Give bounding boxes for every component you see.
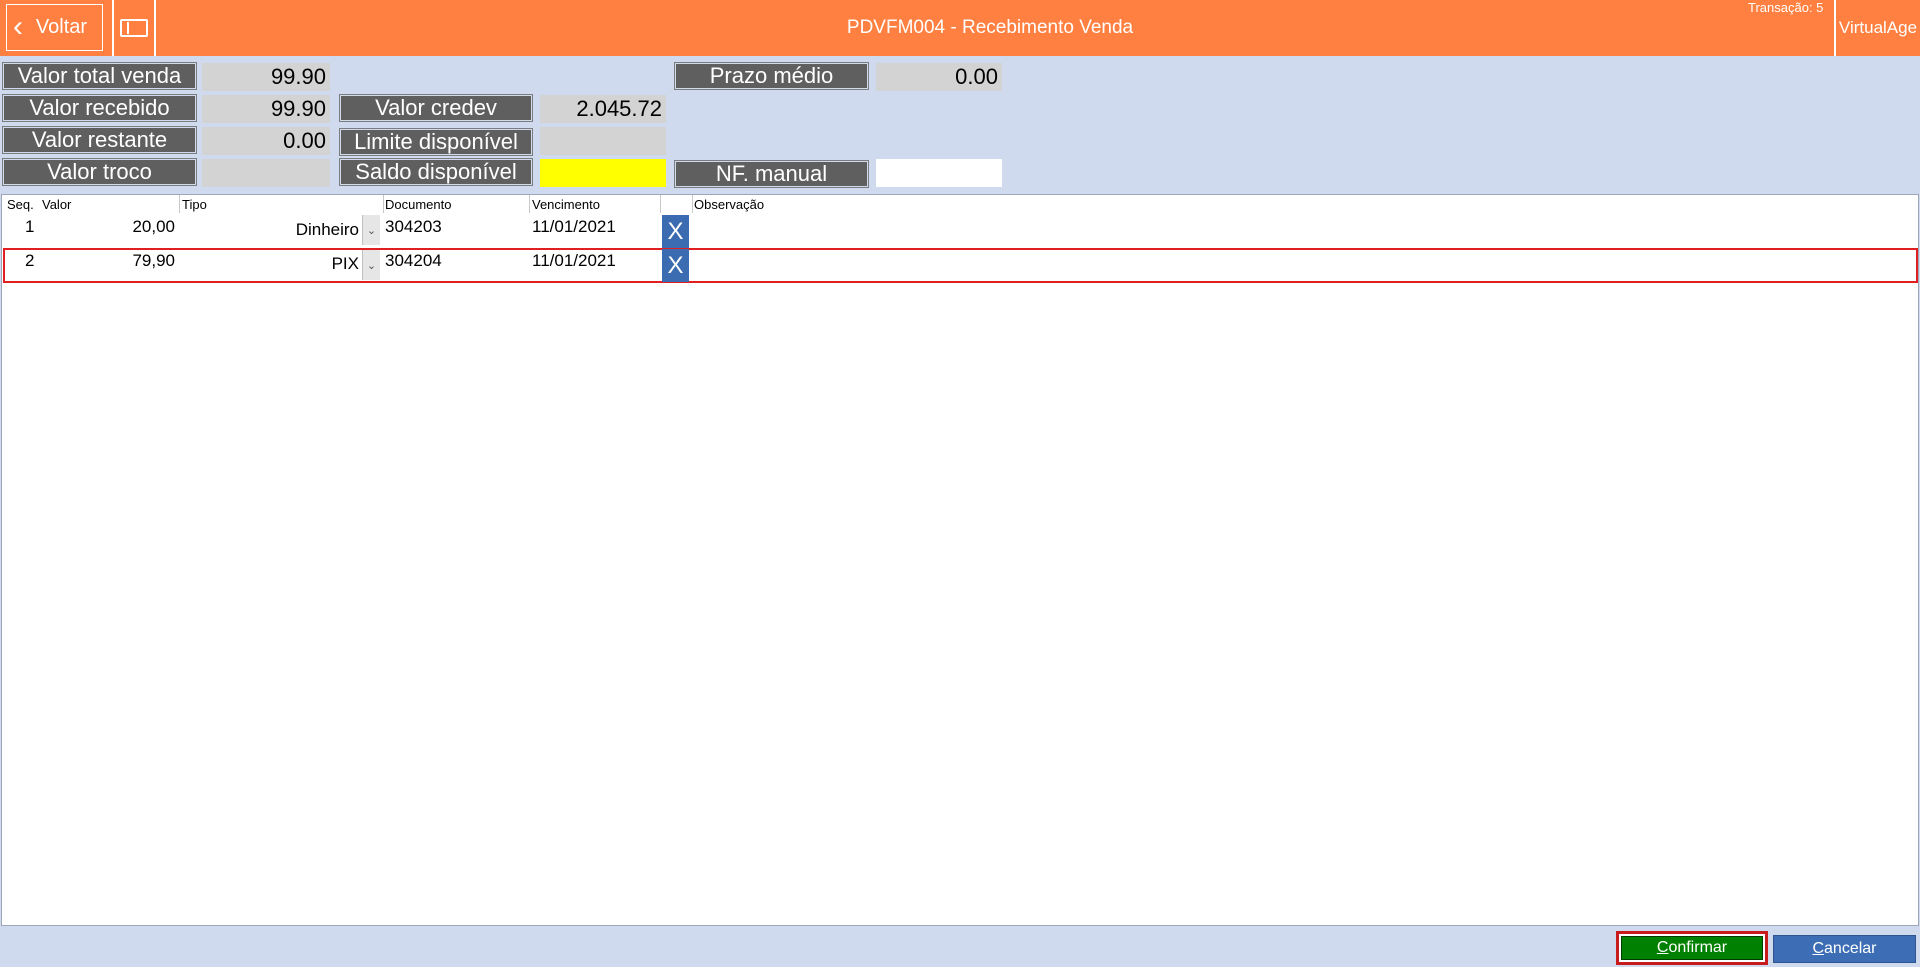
row-valor[interactable]: 79,90: [62, 251, 175, 271]
back-button[interactable]: ‹ Voltar: [6, 4, 103, 51]
label-saldo-disponivel: Saldo disponível: [339, 158, 533, 186]
delete-row-button[interactable]: X: [662, 249, 689, 282]
row-seq: 1: [25, 217, 35, 236]
top-bar: ‹ Voltar PDVFM004 - Recebimento Venda Tr…: [0, 0, 1920, 56]
row-tipo-select[interactable]: PIX: [182, 254, 359, 274]
value-valor-troco: [202, 159, 330, 187]
window-title: PDVFM004 - Recebimento Venda: [846, 17, 1134, 38]
value-prazo-medio: 0.00: [876, 63, 1002, 91]
column-divider: [660, 195, 661, 213]
column-header-tipo[interactable]: Tipo: [182, 197, 207, 212]
value-valor-credev: 2.045.72: [540, 95, 666, 123]
confirm-button[interactable]: Confirmar: [1621, 936, 1763, 960]
confirm-button-label: Confirmar: [1656, 939, 1728, 956]
column-divider: [383, 195, 384, 213]
delete-row-button[interactable]: X: [662, 215, 689, 248]
column-header-valor[interactable]: Valor: [42, 197, 71, 212]
row-seq: 2: [25, 251, 35, 270]
label-nf-manual: NF. manual: [674, 160, 869, 188]
value-saldo-disponivel: [540, 159, 666, 187]
cancel-button-label: Cancelar: [1812, 940, 1877, 957]
panel-icon: [120, 19, 148, 37]
column-divider: [179, 195, 180, 213]
chevron-down-icon[interactable]: ⌄: [362, 250, 380, 280]
app-name-button[interactable]: VirtualAge: [1834, 0, 1920, 56]
nf-manual-input[interactable]: [876, 159, 1002, 187]
label-valor-restante: Valor restante: [2, 126, 197, 154]
toggle-panel-button[interactable]: [112, 0, 156, 56]
value-valor-recebido: 99.90: [202, 95, 330, 123]
row-valor[interactable]: 20,00: [62, 217, 175, 237]
label-valor-recebido: Valor recebido: [2, 94, 197, 122]
back-button-label: Voltar: [35, 16, 88, 38]
column-header-documento[interactable]: Documento: [385, 197, 451, 212]
column-divider: [529, 195, 530, 213]
payments-grid: Seq. Valor Tipo Documento Vencimento Obs…: [1, 194, 1919, 926]
row-documento[interactable]: 304203: [385, 217, 442, 237]
chevron-down-icon[interactable]: ⌄: [362, 215, 380, 245]
chevron-left-icon: ‹: [13, 10, 23, 43]
row-documento[interactable]: 304204: [385, 251, 442, 271]
label-valor-total-venda: Valor total venda: [2, 62, 197, 90]
label-valor-troco: Valor troco: [2, 158, 197, 186]
row-tipo-select[interactable]: Dinheiro: [182, 220, 359, 240]
column-header-vencimento[interactable]: Vencimento: [532, 197, 600, 212]
value-limite-disponivel: [540, 127, 666, 155]
column-header-seq[interactable]: Seq.: [7, 197, 34, 212]
cancel-button[interactable]: Cancelar: [1773, 935, 1916, 963]
label-prazo-medio: Prazo médio: [674, 62, 869, 90]
transaction-counter: Transação: 5: [1748, 0, 1824, 15]
confirm-button-focus-ring: Confirmar: [1616, 931, 1768, 965]
label-valor-credev: Valor credev: [339, 94, 533, 122]
row-vencimento[interactable]: 11/01/2021: [532, 251, 616, 271]
column-header-observacao[interactable]: Observação: [694, 197, 764, 212]
label-limite-disponivel: Limite disponível: [339, 128, 533, 156]
column-divider: [692, 195, 693, 213]
row-vencimento[interactable]: 11/01/2021: [532, 217, 616, 237]
value-valor-restante: 0.00: [202, 127, 330, 155]
value-valor-total-venda: 99.90: [202, 63, 330, 91]
